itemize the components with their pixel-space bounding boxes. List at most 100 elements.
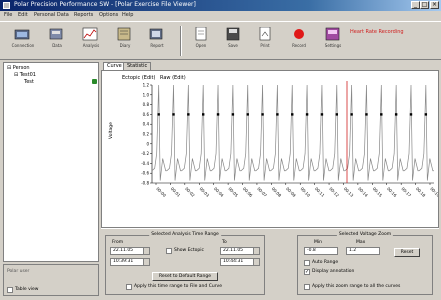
reset-range-button[interactable]: Reset to Default Range — [152, 272, 218, 281]
from-date-spinner[interactable] — [143, 248, 149, 254]
x-tick-label: 00:01 — [170, 186, 182, 198]
apply-zoom-checkbox[interactable] — [304, 284, 310, 290]
status-text: Heart Rate Recording — [350, 29, 404, 35]
tree-panel: ⊟ Person ⊟ Test01 Test — [3, 62, 99, 262]
toolbar-print-button[interactable]: Print — [250, 25, 280, 59]
curve-plot: Ectopic (Edit) Raw (Edit) Voltage -0.8 -0.6 -… — [101, 70, 439, 228]
y-tick-label: 1.0 — [143, 92, 150, 97]
y-tick-label: -0.4 — [141, 161, 149, 166]
zoom-caption: Selected Voltage Zoom — [336, 232, 394, 237]
tree-leaf[interactable]: Test — [24, 79, 34, 85]
x-tick-label: 00:08 — [271, 186, 283, 198]
toolbar-record-button[interactable]: Record — [284, 25, 314, 59]
controls-panel: Selected Analysis Time Range From 22.11.… — [101, 228, 439, 299]
print-icon — [256, 26, 274, 41]
x-tick-label: 00:09 — [285, 186, 297, 198]
menu-edit[interactable]: Edit — [18, 12, 28, 18]
menu-reports[interactable]: Reports — [74, 12, 93, 18]
show-ectopic-checkbox[interactable] — [166, 248, 172, 254]
diary-icon — [116, 27, 134, 41]
toolbar-connection-button[interactable]: Connection — [8, 25, 38, 59]
peak-marker — [172, 113, 175, 116]
y-axis-label: Voltage — [108, 122, 114, 139]
y-tick-label: -0.2 — [141, 151, 149, 156]
x-tick-label: 00:12 — [328, 186, 340, 198]
toolbar-record-label: Record — [292, 43, 306, 48]
toolbar-settings-button[interactable]: Settings — [318, 25, 348, 59]
toolbar-connection-label: Connection — [11, 43, 35, 48]
analysis-icon — [82, 27, 100, 41]
to-time-spinner[interactable] — [253, 259, 259, 265]
toolbar: Connection Data Analysis Diary Report Op… — [0, 21, 441, 60]
toolbar-save-button[interactable]: Save — [218, 25, 248, 59]
y-tick-label: 0.2 — [143, 132, 150, 137]
menu-file[interactable]: File — [4, 12, 12, 18]
to-date-spinner[interactable] — [253, 248, 259, 254]
x-tick-label: 00:15 — [372, 186, 384, 198]
minimize-button[interactable]: _ — [411, 1, 420, 9]
app-icon — [3, 2, 10, 9]
main-panel: Curve Statistic Ectopic (Edit) Raw (Edit)… — [101, 62, 439, 298]
auto-range-label: Auto Range — [312, 260, 339, 265]
min-input[interactable]: -0.8 — [304, 247, 338, 255]
x-tick-label: 00:11 — [314, 186, 326, 198]
auto-range-checkbox[interactable] — [304, 260, 310, 266]
data-icon — [48, 27, 66, 41]
from-time-spinner[interactable] — [143, 259, 149, 265]
peak-marker — [380, 113, 383, 116]
max-input[interactable]: 1.2 — [346, 247, 380, 255]
toolbar-open-button[interactable]: Open — [186, 25, 216, 59]
x-tick-label: 00:07 — [256, 186, 268, 198]
peak-marker — [335, 113, 338, 116]
maximize-button[interactable]: □ — [420, 1, 429, 9]
menu-bar: File Edit Personal Data Reports Options … — [0, 11, 441, 20]
zoom-group: Selected Voltage Zoom Min Max -0.8 1.2 R… — [297, 232, 433, 295]
peak-marker — [320, 113, 324, 116]
close-button[interactable]: × — [430, 1, 439, 9]
x-tick-label: 00:18 — [415, 186, 427, 198]
toolbar-analysis-label: Analysis — [82, 43, 100, 48]
x-tick-label: 00:03 — [199, 186, 211, 198]
peak-marker — [394, 113, 398, 116]
toolbar-diary-button[interactable]: Diary — [110, 25, 140, 59]
toolbar-diary-label: Diary — [119, 43, 131, 48]
peak-marker — [157, 113, 160, 116]
toolbar-data-button[interactable]: Data — [42, 25, 72, 59]
x-tick-label: 00:00 — [155, 186, 167, 198]
table-view-checkbox[interactable] — [7, 287, 13, 293]
tree-root-label: Person — [12, 65, 30, 71]
reset-zoom-button[interactable]: Reset — [394, 248, 420, 257]
x-tick-label: 00:06 — [242, 186, 254, 198]
tab-statistic[interactable]: Statistic — [123, 62, 152, 70]
from-date-input[interactable]: 22.11.05 — [110, 247, 150, 255]
curve-chart: Ectopic (Edit) Raw (Edit) Voltage -0.8 -0.6 -… — [108, 75, 438, 198]
toolbar-data-label: Data — [52, 43, 62, 48]
from-time-input[interactable]: 10:39:31 — [110, 258, 150, 266]
x-tick-label: 00:05 — [227, 186, 239, 198]
min-value: -0.8 — [307, 248, 316, 253]
x-tick-label: 00:16 — [386, 186, 398, 198]
menu-options[interactable]: Options — [99, 12, 118, 18]
x-tick-label: 00:19 — [429, 186, 438, 198]
apply-range-checkbox[interactable] — [126, 284, 132, 290]
to-date-input[interactable]: 22.11.05 — [220, 247, 260, 255]
display-annotation-label: Display annotation — [312, 269, 355, 274]
toolbar-report-button[interactable]: Report — [142, 25, 172, 59]
to-label: To — [222, 240, 227, 245]
toolbar-settings-label: Settings — [324, 43, 342, 48]
to-date-value: 22.11.05 — [223, 248, 244, 253]
menu-help[interactable]: Help — [122, 12, 133, 18]
open-icon — [192, 26, 210, 41]
tree-root[interactable]: ⊟ Person — [7, 65, 30, 71]
peak-marker — [216, 113, 220, 116]
tree-child[interactable]: ⊟ Test01 — [14, 72, 36, 78]
menu-personal-data[interactable]: Personal Data — [34, 12, 69, 18]
from-date-value: 22.11.05 — [113, 248, 134, 253]
display-annotation-checkbox[interactable]: ✓ — [304, 269, 310, 275]
app-window: Polar Precision Performance SW - [Polar … — [0, 0, 441, 300]
x-tick-label: 00:14 — [357, 186, 369, 198]
min-label: Min — [314, 240, 322, 245]
to-time-input[interactable]: 10:44:31 — [220, 258, 260, 266]
toolbar-analysis-button[interactable]: Analysis — [76, 25, 106, 59]
y-tick-label: 0.4 — [143, 122, 150, 127]
